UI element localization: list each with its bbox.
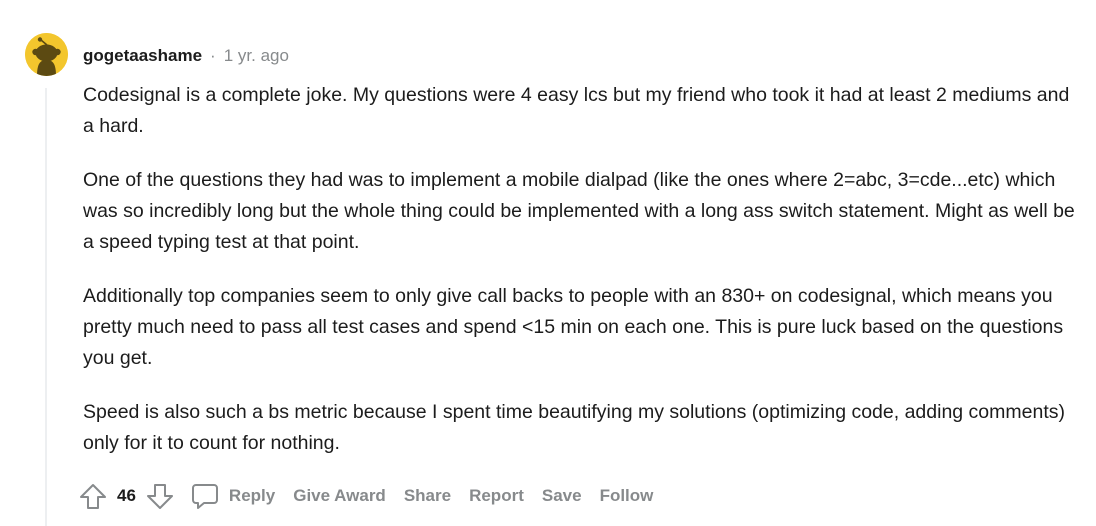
comment-paragraph: Additionally top companies seem to only … <box>83 285 1064 369</box>
follow-label: Follow <box>599 486 654 505</box>
comment-paragraph: Speed is also such a bs metric because I… <box>83 401 1065 454</box>
save-label: Save <box>541 486 582 505</box>
upvote-arrow-icon <box>80 484 106 509</box>
share-label: Share <box>403 486 452 505</box>
comment-header: gogetaashame · 1 yr. ago <box>83 43 289 69</box>
comment-bubble-icon <box>191 484 218 509</box>
separator-dot: · <box>210 46 216 65</box>
vote-controls: 46 <box>78 481 175 511</box>
username[interactable]: gogetaashame <box>83 46 202 66</box>
snoo-avatar-icon <box>25 33 68 76</box>
follow-button[interactable]: Follow <box>600 486 654 506</box>
comment-actions: 46 Reply Give Award Share Report Save Fo… <box>78 478 653 514</box>
reply-button[interactable]: Reply <box>189 480 275 512</box>
upvote-button[interactable] <box>78 481 108 511</box>
vote-count: 46 <box>117 486 136 505</box>
comment-paragraph: Codesignal is a complete joke. My questi… <box>83 84 1070 137</box>
give-award-button[interactable]: Give Award <box>293 486 386 506</box>
timestamp[interactable]: 1 yr. ago <box>224 46 289 66</box>
save-button[interactable]: Save <box>542 486 582 506</box>
reply-label: Reply <box>228 486 276 505</box>
downvote-button[interactable] <box>145 481 175 511</box>
share-button[interactable]: Share <box>404 486 451 506</box>
avatar[interactable] <box>25 33 68 76</box>
thread-line[interactable] <box>45 88 47 526</box>
downvote-arrow-icon <box>146 484 173 509</box>
report-label: Report <box>469 486 524 505</box>
comment: gogetaashame · 1 yr. ago Codesignal is a… <box>0 0 1096 526</box>
report-button[interactable]: Report <box>469 486 524 506</box>
comment-body: Codesignal is a complete joke. My questi… <box>83 80 1078 482</box>
comment-paragraph: One of the questions they had was to imp… <box>83 169 1075 253</box>
give-award-label: Give Award <box>293 486 386 505</box>
